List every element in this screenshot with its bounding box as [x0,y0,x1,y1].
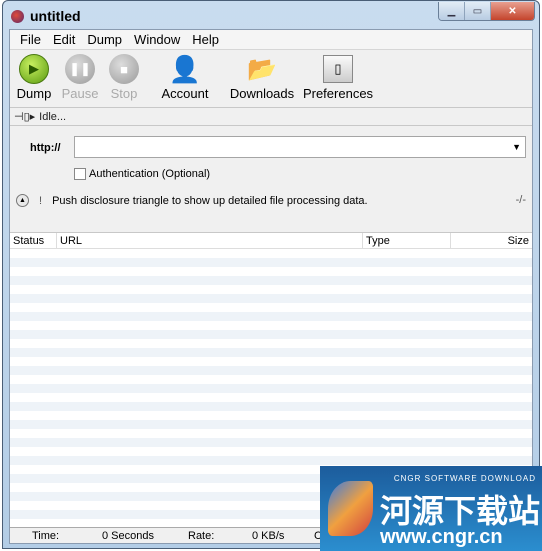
menu-dump[interactable]: Dump [81,32,128,47]
column-size[interactable]: Size [451,233,532,248]
stop-icon: ■ [109,54,139,84]
stop-button[interactable]: ■ Stop [104,54,144,101]
file-counter: -/- [515,194,526,206]
app-icon [11,10,24,23]
disclosure-row: ▲ ! Push disclosure triangle to show up … [16,194,526,207]
maximize-button[interactable]: ▭ [465,2,491,20]
play-icon: ▶ [19,54,49,84]
minimize-button[interactable]: ▁ [439,2,465,20]
table-header: Status URL Type Size [10,232,532,249]
title-bar: untitled ▁ ▭ ✕ [3,1,539,29]
toolbar: ▶ Dump ❚❚ Pause ■ Stop 👤 Account 📂 Downl… [10,50,532,108]
url-combobox[interactable]: ▼ [74,136,526,158]
watermark-tag: CNGR SOFTWARE DOWNLOAD [393,474,536,483]
dump-button[interactable]: ▶ Dump [12,54,56,101]
rate-label: Rate: [188,529,215,542]
user-icon: 👤 [168,53,202,84]
menu-file[interactable]: File [14,32,47,47]
stop-label: Stop [110,86,138,101]
downloads-button[interactable]: 📂 Downloads [226,54,298,102]
disclosure-triangle-icon[interactable]: ▲ [16,194,29,207]
disclosure-text: Push disclosure triangle to show up deta… [52,194,368,207]
status-text: Idle... [39,110,67,123]
butterfly-logo-icon [328,481,373,536]
downloads-label: Downloads [229,86,295,101]
pause-label: Pause [61,86,99,101]
menu-bar: File Edit Dump Window Help [10,30,532,50]
status-line: ⊣▯▸ Idle... [10,108,532,126]
account-label: Account [161,86,209,101]
window-title: untitled [30,8,81,24]
preferences-label: Preferences [302,86,374,101]
rate-value: 0 KB/s [252,529,285,542]
watermark-url: www.cngr.cn [380,526,503,548]
account-button[interactable]: 👤 Account [154,53,216,102]
plug-icon: ⊣▯▸ [14,111,36,123]
column-url[interactable]: URL [57,233,363,248]
url-input[interactable] [75,137,480,157]
pause-icon: ❚❚ [65,54,95,84]
chevron-down-icon[interactable]: ▼ [512,142,521,152]
menu-window[interactable]: Window [128,32,186,47]
switch-icon: ▯ [323,55,353,83]
menu-edit[interactable]: Edit [47,32,81,47]
auth-checkbox-row[interactable]: Authentication (Optional) [74,168,210,180]
info-mark: ! [39,194,43,207]
pause-button[interactable]: ❚❚ Pause [60,54,100,101]
menu-help[interactable]: Help [186,32,225,47]
auth-label: Authentication (Optional) [89,168,211,180]
auth-checkbox[interactable] [74,168,86,180]
watermark-logo: CNGR SOFTWARE DOWNLOAD 河源下载站 www.cngr.cn [320,466,542,551]
time-value: 0 Seconds [102,529,154,542]
folder-icon: 📂 [247,55,277,83]
column-type[interactable]: Type [363,233,451,248]
preferences-button[interactable]: ▯ Preferences [302,54,374,101]
column-status[interactable]: Status [10,233,57,248]
url-label: http:// [30,142,61,154]
time-label: Time: [32,529,60,542]
dump-label: Dump [16,86,52,101]
close-button[interactable]: ✕ [491,2,534,20]
